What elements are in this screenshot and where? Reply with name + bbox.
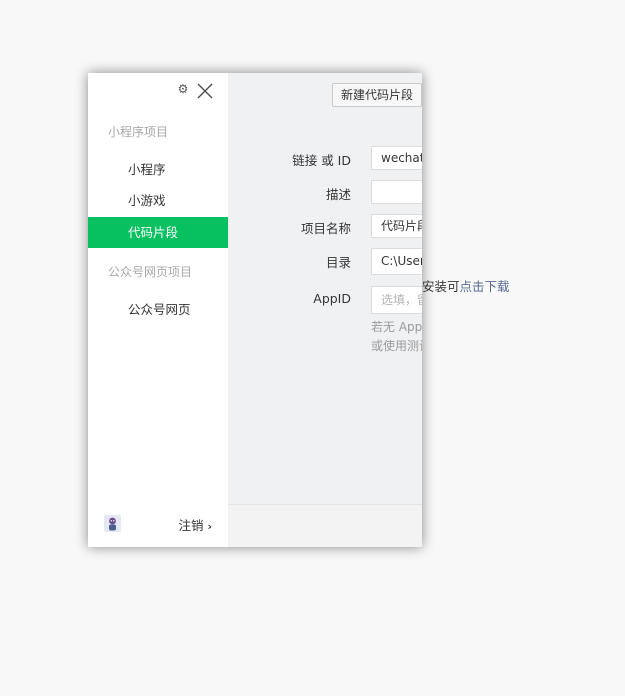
- settings-icon[interactable]: ⚙: [177, 83, 189, 95]
- main-footer: [228, 504, 422, 547]
- section-title-miniprogram: 小程序项目: [108, 125, 169, 139]
- nav-item-minigame[interactable]: 小游戏: [88, 185, 228, 216]
- new-snippet-button[interactable]: 新建代码片段: [332, 83, 422, 107]
- link-or-id-input[interactable]: wechatide://minipr: [371, 146, 422, 170]
- directory-input[interactable]: C:\Users: [371, 248, 422, 275]
- appid-label: AppID: [313, 291, 351, 306]
- logout-button[interactable]: 注销 ›: [178, 515, 212, 534]
- sidebar-footer: 注销 ›: [88, 503, 228, 547]
- close-icon[interactable]: [196, 82, 214, 100]
- description-input[interactable]: [371, 180, 422, 204]
- download-link[interactable]: 点击下载: [460, 279, 510, 294]
- new-project-window: ⚙ 小程序项目 小程序 小游戏 代码片段 公众号网页项目 公众号网页 注销›: [88, 73, 422, 547]
- download-notice: 安装可点击下载: [422, 276, 510, 295]
- nav-item-official-account-web[interactable]: 公众号网页: [88, 294, 228, 325]
- description-label: 描述: [325, 187, 351, 202]
- link-or-id-label: 链接 或 ID: [292, 153, 351, 168]
- appid-hint-line1: 若无 AppID 可注册: [371, 320, 422, 334]
- main-panel: 新建代码片段 链接 或 ID wechatide://minipr 描述 项目名…: [228, 73, 422, 547]
- project-name-label: 项目名称: [300, 221, 351, 236]
- appid-hint-line2: 或使用测试号: [371, 339, 422, 353]
- avatar[interactable]: [104, 515, 121, 532]
- chevron-right-icon: ›: [207, 520, 212, 533]
- appid-input[interactable]: 选填，留空则使用测试号: [371, 286, 422, 314]
- sidebar: ⚙ 小程序项目 小程序 小游戏 代码片段 公众号网页项目 公众号网页 注销 ›: [88, 73, 228, 547]
- download-notice-text: 安装可: [422, 279, 460, 294]
- section-title-official-account: 公众号网页项目: [108, 265, 193, 279]
- nav-item-miniprogram[interactable]: 小程序: [88, 154, 228, 185]
- directory-label: 目录: [325, 255, 351, 270]
- logout-label: 注销: [178, 518, 204, 533]
- nav-item-code-snippet[interactable]: 代码片段: [88, 217, 228, 248]
- project-name-input[interactable]: 代码片段: [371, 214, 422, 238]
